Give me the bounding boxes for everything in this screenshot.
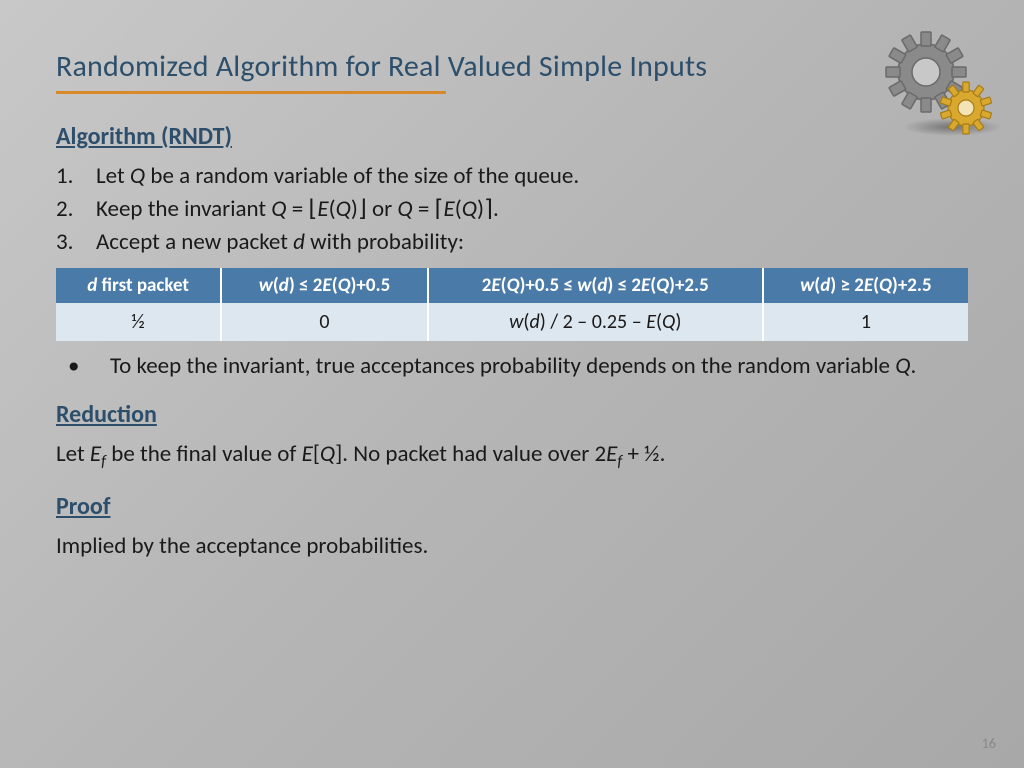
step-3: 3. Accept a new packet d with probabilit… [96, 227, 968, 258]
step-1-num: 1. [56, 161, 88, 192]
algorithm-steps: 1. Let Q be a random variable of the siz… [56, 161, 968, 258]
step-1: 1. Let Q be a random variable of the siz… [96, 161, 968, 192]
page-number: 16 [982, 735, 996, 752]
th-cond-2: 2E(Q)+0.5 ≤ w(d) ≤ 2E(Q)+2.5 [428, 268, 763, 303]
td-val-1: 0 [221, 303, 428, 341]
table-header-row: d first packet w(d) ≤ 2E(Q)+0.5 2E(Q)+0.… [56, 268, 968, 303]
heading-proof: Proof [56, 492, 968, 521]
step-3-text: Accept a new packet d with probability: [96, 228, 464, 256]
step-2: 2. Keep the invariant Q = ⌊E(Q)⌋ or Q = … [96, 194, 968, 225]
probability-table: d first packet w(d) ≤ 2E(Q)+0.5 2E(Q)+0.… [56, 268, 968, 341]
step-2-num: 2. [56, 194, 88, 225]
th-first-packet: d first packet [56, 268, 221, 303]
heading-algorithm: Algorithm (RNDT) [56, 122, 968, 151]
slide-title: Randomized Algorithm for Real Valued Sim… [56, 48, 968, 85]
td-val-3: 1 [763, 303, 968, 341]
invariant-note: To keep the invariant, true acceptances … [56, 351, 968, 382]
heading-reduction: Reduction [56, 400, 968, 429]
step-1-text: Let Q be a random variable of the size o… [96, 162, 579, 190]
title-underline [56, 91, 446, 94]
proof-text: Implied by the acceptance probabilities. [56, 531, 968, 562]
step-3-num: 3. [56, 227, 88, 258]
reduction-text: Let Ef be the final value of E[Q]. No pa… [56, 439, 968, 473]
th-cond-3: w(d) ≥ 2E(Q)+2.5 [763, 268, 968, 303]
td-first-packet: ½ [56, 303, 221, 341]
td-val-2: w(d) / 2 – 0.25 – E(Q) [428, 303, 763, 341]
bullet-1: To keep the invariant, true acceptances … [96, 351, 968, 382]
table-row: ½ 0 w(d) / 2 – 0.25 – E(Q) 1 [56, 303, 968, 341]
step-2-text: Keep the invariant Q = ⌊E(Q)⌋ or Q = ⌈E(… [96, 195, 499, 223]
th-cond-1: w(d) ≤ 2E(Q)+0.5 [221, 268, 428, 303]
slide-content: Randomized Algorithm for Real Valued Sim… [0, 0, 1024, 768]
gears-icon [884, 30, 1004, 150]
